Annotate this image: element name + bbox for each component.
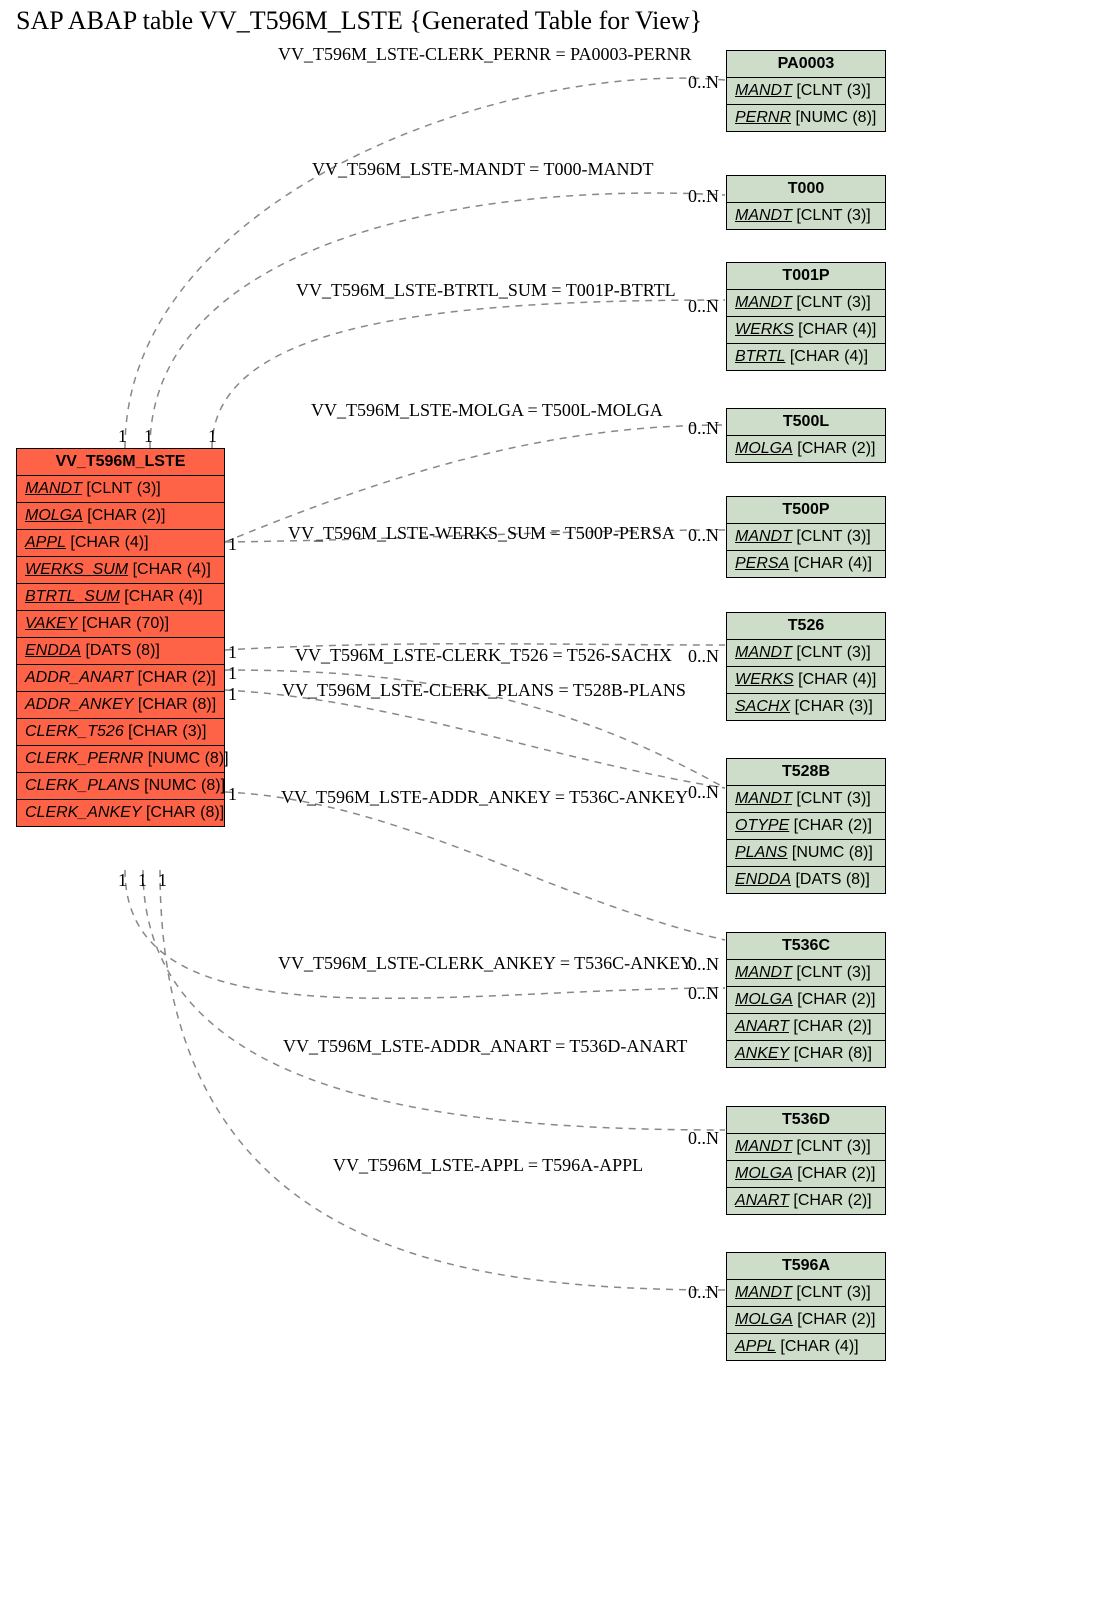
entity-field: WERKS [CHAR (4)] <box>727 317 885 344</box>
cardinality-one: 1 <box>118 870 127 891</box>
entity-field: CLERK_T526 [CHAR (3)] <box>17 719 224 746</box>
cardinality-label: 0..N <box>688 1128 719 1149</box>
cardinality-label: 0..N <box>688 418 719 439</box>
entity-field: PERSA [CHAR (4)] <box>727 551 885 577</box>
entity-field: CLERK_PLANS [NUMC (8)] <box>17 773 224 800</box>
cardinality-label: 0..N <box>688 983 719 1004</box>
entity-field: VAKEY [CHAR (70)] <box>17 611 224 638</box>
entity-field: APPL [CHAR (4)] <box>727 1334 885 1360</box>
entity-field: CLERK_PERNR [NUMC (8)] <box>17 746 224 773</box>
entity-field: OTYPE [CHAR (2)] <box>727 813 885 840</box>
entity-T528B: T528BMANDT [CLNT (3)]OTYPE [CHAR (2)]PLA… <box>726 758 886 894</box>
link-label: VV_T596M_LSTE-CLERK_T526 = T526-SACHX <box>295 645 672 666</box>
entity-field: MANDT [CLNT (3)] <box>727 1280 885 1307</box>
cardinality-label: 0..N <box>688 954 719 975</box>
cardinality-one: 1 <box>118 426 127 447</box>
entity-T536C: T536CMANDT [CLNT (3)]MOLGA [CHAR (2)]ANA… <box>726 932 886 1068</box>
entity-field: APPL [CHAR (4)] <box>17 530 224 557</box>
link-label: VV_T596M_LSTE-APPL = T596A-APPL <box>333 1155 643 1176</box>
cardinality-one: 1 <box>158 870 167 891</box>
entity-field: MANDT [CLNT (3)] <box>727 203 885 229</box>
entity-field: MOLGA [CHAR (2)] <box>17 503 224 530</box>
entity-T536D: T536DMANDT [CLNT (3)]MOLGA [CHAR (2)]ANA… <box>726 1106 886 1215</box>
cardinality-one: 1 <box>138 870 147 891</box>
cardinality-one: 1 <box>228 534 237 555</box>
entity-field: MANDT [CLNT (3)] <box>727 78 885 105</box>
entity-name: T526 <box>727 613 885 640</box>
entity-T526: T526MANDT [CLNT (3)]WERKS [CHAR (4)]SACH… <box>726 612 886 721</box>
cardinality-one: 1 <box>228 642 237 663</box>
entity-field: ADDR_ANKEY [CHAR (8)] <box>17 692 224 719</box>
entity-field: BTRTL_SUM [CHAR (4)] <box>17 584 224 611</box>
cardinality-label: 0..N <box>688 1282 719 1303</box>
entity-T500P: T500PMANDT [CLNT (3)]PERSA [CHAR (4)] <box>726 496 886 578</box>
entity-T001P: T001PMANDT [CLNT (3)]WERKS [CHAR (4)]BTR… <box>726 262 886 371</box>
entity-field: MANDT [CLNT (3)] <box>727 290 885 317</box>
link-label: VV_T596M_LSTE-BTRTL_SUM = T001P-BTRTL <box>296 280 676 301</box>
entity-T500L: T500LMOLGA [CHAR (2)] <box>726 408 886 463</box>
entity-field: MANDT [CLNT (3)] <box>727 786 885 813</box>
entity-field: BTRTL [CHAR (4)] <box>727 344 885 370</box>
entity-name: T001P <box>727 263 885 290</box>
entity-field: ENDDA [DATS (8)] <box>17 638 224 665</box>
entity-field: CLERK_ANKEY [CHAR (8)] <box>17 800 224 826</box>
cardinality-label: 0..N <box>688 646 719 667</box>
link-label: VV_T596M_LSTE-CLERK_PLANS = T528B-PLANS <box>282 680 686 701</box>
entity-field: SACHX [CHAR (3)] <box>727 694 885 720</box>
main-entity-name: VV_T596M_LSTE <box>17 449 224 476</box>
entity-name: T500L <box>727 409 885 436</box>
entity-field: PERNR [NUMC (8)] <box>727 105 885 131</box>
entity-field: ANKEY [CHAR (8)] <box>727 1041 885 1067</box>
link-label: VV_T596M_LSTE-MOLGA = T500L-MOLGA <box>311 400 663 421</box>
entity-field: PLANS [NUMC (8)] <box>727 840 885 867</box>
cardinality-label: 0..N <box>688 525 719 546</box>
diagram-title: SAP ABAP table VV_T596M_LSTE {Generated … <box>16 6 702 36</box>
link-label: VV_T596M_LSTE-WERKS_SUM = T500P-PERSA <box>288 523 675 544</box>
entity-field: MANDT [CLNT (3)] <box>727 640 885 667</box>
entity-field: MANDT [CLNT (3)] <box>727 524 885 551</box>
cardinality-one: 1 <box>228 684 237 705</box>
cardinality-label: 0..N <box>688 296 719 317</box>
link-label: VV_T596M_LSTE-MANDT = T000-MANDT <box>312 159 653 180</box>
cardinality-label: 0..N <box>688 782 719 803</box>
link-label: VV_T596M_LSTE-ADDR_ANKEY = T536C-ANKEY <box>281 787 688 808</box>
cardinality-one: 1 <box>208 426 217 447</box>
entity-field: MOLGA [CHAR (2)] <box>727 1307 885 1334</box>
entity-name: T596A <box>727 1253 885 1280</box>
entity-name: T536C <box>727 933 885 960</box>
entity-field: MANDT [CLNT (3)] <box>17 476 224 503</box>
entity-PA0003: PA0003MANDT [CLNT (3)]PERNR [NUMC (8)] <box>726 50 886 132</box>
link-label: VV_T596M_LSTE-CLERK_PERNR = PA0003-PERNR <box>278 44 692 65</box>
entity-name: T528B <box>727 759 885 786</box>
entity-field: ANART [CHAR (2)] <box>727 1188 885 1214</box>
cardinality-one: 1 <box>144 426 153 447</box>
cardinality-one: 1 <box>228 784 237 805</box>
entity-T000: T000MANDT [CLNT (3)] <box>726 175 886 230</box>
cardinality-label: 0..N <box>688 72 719 93</box>
entity-name: PA0003 <box>727 51 885 78</box>
cardinality-label: 0..N <box>688 186 719 207</box>
entity-field: MANDT [CLNT (3)] <box>727 960 885 987</box>
entity-name: T000 <box>727 176 885 203</box>
link-label: VV_T596M_LSTE-CLERK_ANKEY = T536C-ANKEY <box>278 953 693 974</box>
entity-field: ENDDA [DATS (8)] <box>727 867 885 893</box>
entity-name: T500P <box>727 497 885 524</box>
entity-field: MANDT [CLNT (3)] <box>727 1134 885 1161</box>
entity-field: MOLGA [CHAR (2)] <box>727 436 885 462</box>
entity-T596A: T596AMANDT [CLNT (3)]MOLGA [CHAR (2)]APP… <box>726 1252 886 1361</box>
entity-field: WERKS [CHAR (4)] <box>727 667 885 694</box>
cardinality-one: 1 <box>228 663 237 684</box>
entity-field: MOLGA [CHAR (2)] <box>727 1161 885 1188</box>
entity-name: T536D <box>727 1107 885 1134</box>
link-label: VV_T596M_LSTE-ADDR_ANART = T536D-ANART <box>283 1036 687 1057</box>
entity-field: MOLGA [CHAR (2)] <box>727 987 885 1014</box>
entity-field: WERKS_SUM [CHAR (4)] <box>17 557 224 584</box>
main-entity: VV_T596M_LSTE MANDT [CLNT (3)]MOLGA [CHA… <box>16 448 225 827</box>
entity-field: ADDR_ANART [CHAR (2)] <box>17 665 224 692</box>
entity-field: ANART [CHAR (2)] <box>727 1014 885 1041</box>
